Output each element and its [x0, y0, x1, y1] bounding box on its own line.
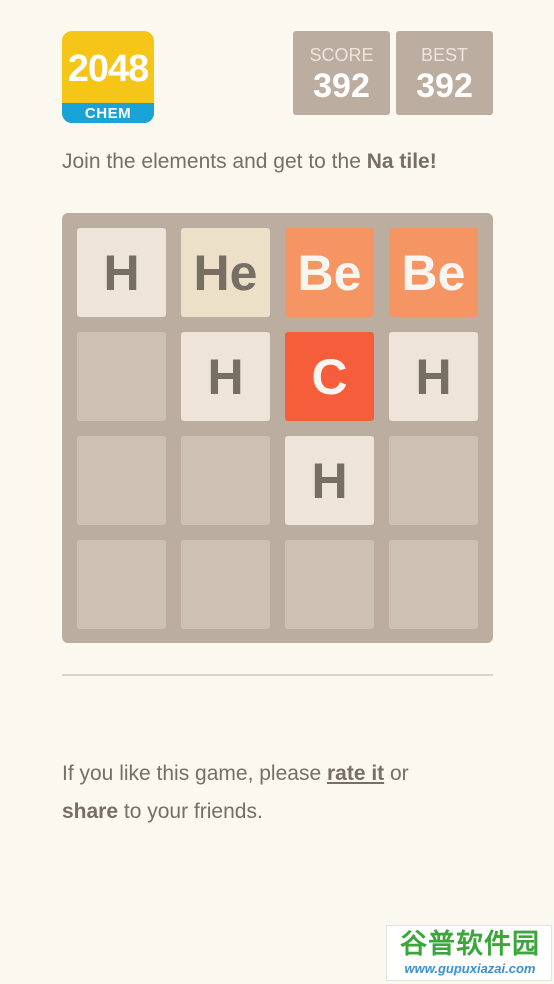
tile-be: Be	[285, 228, 374, 317]
share-link[interactable]: share	[62, 800, 118, 823]
watermark-title: 谷普软件园	[400, 929, 540, 959]
score-label: SCORE	[309, 45, 374, 65]
footer-part1: If you like this game, please	[62, 762, 327, 785]
game-intro: Join the elements and get to the Na tile…	[62, 148, 502, 176]
tile-h: H	[389, 332, 478, 421]
rate-it-link[interactable]: rate it	[327, 762, 384, 785]
empty-cell	[285, 540, 374, 629]
tile-be: Be	[389, 228, 478, 317]
empty-cell	[77, 436, 166, 525]
empty-cell	[181, 540, 270, 629]
tile-h: H	[181, 332, 270, 421]
empty-cell	[181, 436, 270, 525]
intro-text: Join the elements and get to the	[62, 150, 367, 173]
game-logo: 2048 CHEM	[62, 31, 154, 123]
tile-h: H	[285, 436, 374, 525]
best-label: BEST	[420, 45, 468, 65]
score-box: SCORE 392	[293, 31, 390, 115]
empty-cell	[77, 332, 166, 421]
logo-subtitle: CHEM	[62, 103, 154, 123]
divider	[62, 674, 493, 676]
best-value: 392	[416, 67, 473, 105]
best-score-box: BEST 392	[396, 31, 493, 115]
watermark-url: www.gupuxiazai.com	[404, 961, 536, 976]
logo-number: 2048	[67, 47, 150, 90]
tile-he: He	[181, 228, 270, 317]
footer-part2: or	[384, 762, 409, 785]
empty-cell	[77, 540, 166, 629]
empty-cell	[389, 436, 478, 525]
tile-h: H	[77, 228, 166, 317]
intro-goal: Na tile!	[366, 150, 437, 173]
empty-cell	[389, 540, 478, 629]
footer-text: If you like this game, please rate it or…	[62, 755, 502, 831]
game-board[interactable]: H He Be Be H C H H	[62, 213, 493, 643]
tile-c: C	[285, 332, 374, 421]
footer-part3: to your friends.	[118, 800, 263, 823]
watermark: 谷普软件园 www.gupuxiazai.com	[386, 925, 552, 981]
score-value: 392	[313, 67, 370, 105]
